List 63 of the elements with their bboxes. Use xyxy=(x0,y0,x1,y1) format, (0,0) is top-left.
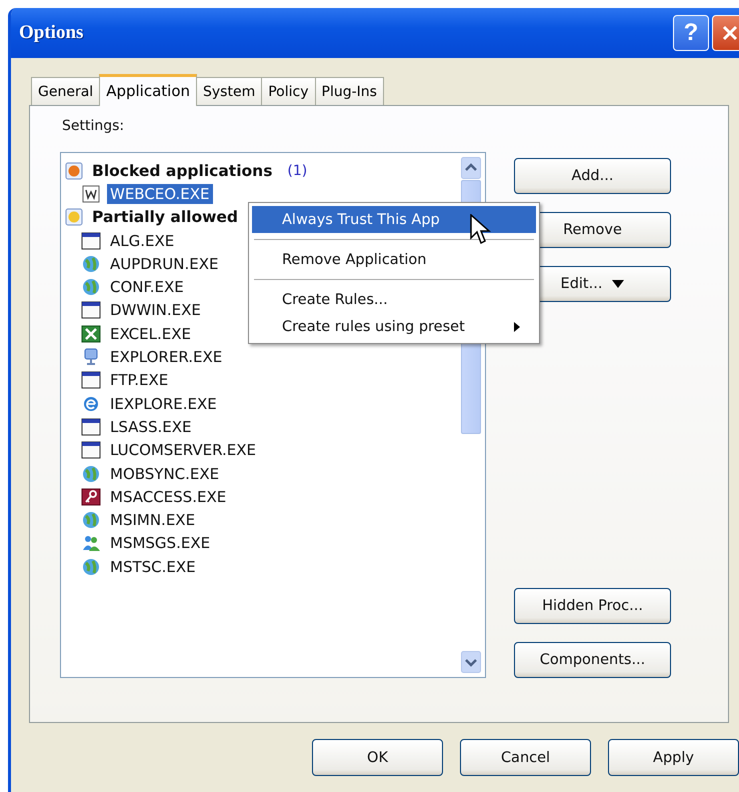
application-name[interactable]: LUCOMSERVER.EXE xyxy=(107,440,260,460)
close-button[interactable] xyxy=(712,15,739,51)
application-name[interactable]: MOBSYNC.EXE xyxy=(107,464,222,484)
group-label[interactable]: Partially allowed xyxy=(89,207,242,228)
caret-icon xyxy=(612,280,624,288)
application-name[interactable]: MSIMN.EXE xyxy=(107,510,198,530)
document-icon xyxy=(81,184,101,203)
dialog-button[interactable]: Cancel xyxy=(460,739,591,776)
browser-icon xyxy=(81,394,101,413)
tab[interactable]: Application xyxy=(99,74,197,106)
scroll-down-icon[interactable] xyxy=(461,651,481,673)
application-name[interactable]: MSMSGS.EXE xyxy=(107,533,214,554)
close-icon xyxy=(721,24,739,42)
application-name[interactable]: WEBCEO.EXE xyxy=(107,184,212,204)
application-name[interactable]: LSASS.EXE xyxy=(107,416,194,437)
tab[interactable]: Plug-Ins xyxy=(314,77,384,105)
window-title: Options xyxy=(19,22,84,44)
window-icon xyxy=(81,441,101,460)
settings-label: Settings: xyxy=(62,118,126,136)
dialog-button[interactable]: Apply xyxy=(608,739,739,776)
partial-status-icon xyxy=(65,208,83,226)
globe-icon xyxy=(81,558,101,576)
application-name[interactable]: ALG.EXE xyxy=(107,230,178,251)
menu-item-label: Create rules using preset xyxy=(282,318,465,334)
window-icon xyxy=(81,232,101,250)
application-name[interactable]: AUPDRUN.EXE xyxy=(107,254,222,274)
application-name[interactable]: MSTSC.EXE xyxy=(107,556,199,577)
help-button[interactable]: ? xyxy=(673,15,709,51)
globe-icon xyxy=(81,254,101,273)
menu-item-label: Always Trust This App xyxy=(282,212,440,228)
side-button[interactable]: Components... xyxy=(514,642,671,678)
globe-icon xyxy=(81,511,101,530)
window-icon xyxy=(81,371,101,390)
application-name[interactable]: FTP.EXE xyxy=(107,370,172,390)
application-name[interactable]: EXCEL.EXE xyxy=(107,324,194,344)
application-name[interactable]: MSACCESS.EXE xyxy=(107,486,230,507)
tab[interactable]: Policy xyxy=(261,77,316,105)
menu-item-label: Create Rules... xyxy=(282,292,388,308)
spreadsheet-icon xyxy=(81,324,101,343)
menu-item[interactable]: Always Trust This App xyxy=(252,206,536,233)
submenu-arrow-icon xyxy=(514,322,520,332)
tab[interactable]: General xyxy=(31,77,100,105)
pointer-icon xyxy=(470,214,492,246)
side-button[interactable]: Add... xyxy=(514,158,671,194)
people-icon xyxy=(81,534,101,552)
group-label[interactable]: Blocked applications xyxy=(89,160,276,181)
globe-icon xyxy=(81,278,101,296)
application-name[interactable]: EXPLORER.EXE xyxy=(107,347,226,368)
application-name[interactable]: CONF.EXE xyxy=(107,277,187,298)
tab[interactable]: System xyxy=(196,77,262,105)
scroll-up-icon[interactable] xyxy=(461,157,481,179)
menu-item[interactable]: Create rules using preset xyxy=(252,313,536,340)
blocked-status-icon xyxy=(65,162,83,180)
window-icon xyxy=(81,418,101,436)
menu-item-label: Remove Application xyxy=(282,252,426,268)
application-name[interactable]: IEXPLORE.EXE xyxy=(107,394,220,414)
side-button[interactable]: Hidden Proc... xyxy=(514,588,671,624)
count-label: (1) xyxy=(287,162,308,179)
globe-icon xyxy=(81,464,101,482)
dialog-button[interactable]: OK xyxy=(312,739,443,776)
key-icon xyxy=(81,488,101,506)
window-icon xyxy=(81,301,101,320)
application-name[interactable]: DWWIN.EXE xyxy=(107,300,204,320)
